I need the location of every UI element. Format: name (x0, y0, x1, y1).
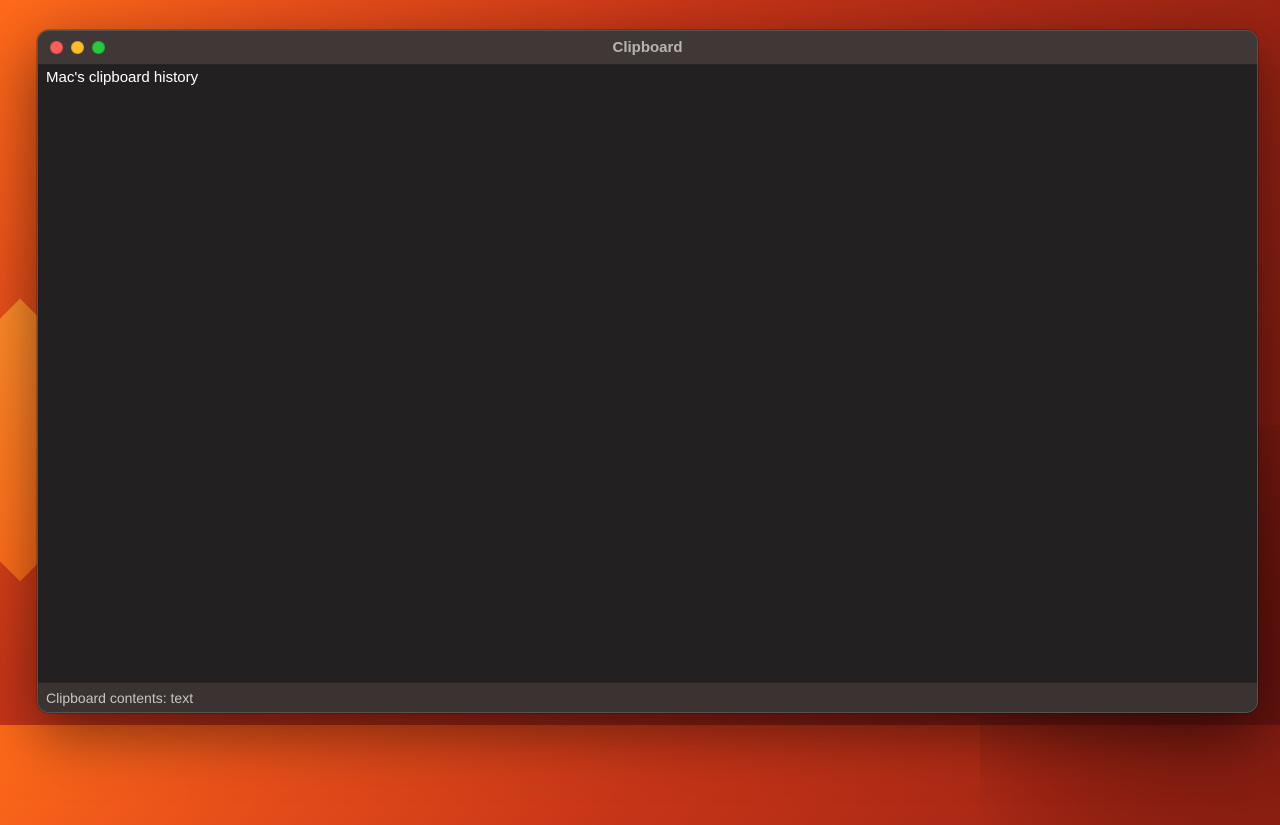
minimize-icon[interactable] (71, 41, 84, 54)
fullscreen-icon[interactable] (92, 41, 105, 54)
statusbar: Clipboard contents: text (38, 682, 1257, 712)
close-icon[interactable] (50, 41, 63, 54)
clipboard-text: Mac's clipboard history (46, 69, 1249, 86)
clipboard-content-area[interactable]: Mac's clipboard history (38, 65, 1257, 682)
titlebar[interactable]: Clipboard (38, 31, 1257, 65)
window-title: Clipboard (38, 39, 1257, 56)
traffic-lights (38, 41, 105, 54)
status-label: Clipboard contents: text (46, 690, 193, 706)
clipboard-window: Clipboard Mac's clipboard history Clipbo… (37, 30, 1258, 713)
